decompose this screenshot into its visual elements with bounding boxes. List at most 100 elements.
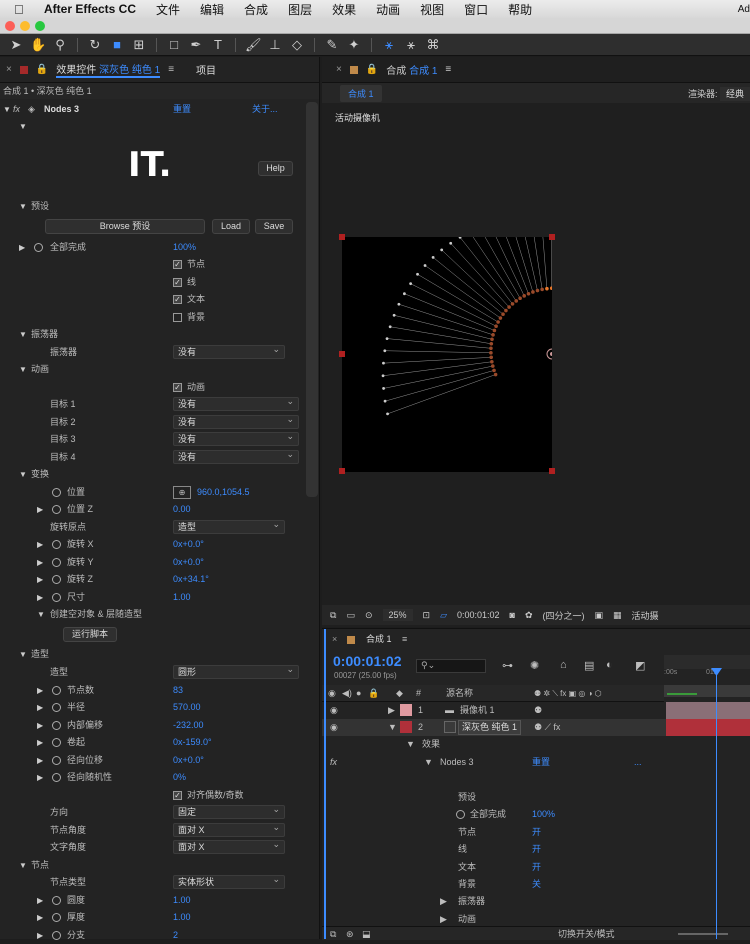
lock-icon[interactable]: 🔒: [36, 64, 48, 75]
stopwatch-icon[interactable]: [52, 738, 61, 747]
expand-triangle-icon[interactable]: ▶: [388, 702, 395, 719]
radial-offset-value[interactable]: 0x+0.0°: [173, 752, 204, 769]
collapse-triangle-icon[interactable]: ▼: [3, 101, 11, 118]
complete-value[interactable]: 100%: [173, 239, 196, 256]
expand-triangle-icon[interactable]: ▶: [37, 501, 43, 518]
composition-canvas[interactable]: [342, 237, 552, 472]
random-value[interactable]: 0%: [173, 769, 186, 786]
stopwatch-icon[interactable]: [34, 243, 43, 252]
align-checkbox[interactable]: ✓: [173, 791, 182, 800]
save-button[interactable]: Save: [255, 219, 293, 234]
zoom-tool-icon[interactable]: ⚲: [52, 37, 68, 53]
expand-triangle-icon[interactable]: ▶: [37, 769, 43, 786]
close-icon[interactable]: ×: [6, 64, 12, 75]
layer-name[interactable]: 深灰色 纯色 1: [458, 720, 521, 735]
target1-dropdown[interactable]: 没有: [173, 397, 299, 411]
channel-icon[interactable]: ✿: [525, 610, 533, 621]
layer-name[interactable]: 摄像机 1: [460, 702, 495, 719]
timecode[interactable]: 0:00:01:02: [333, 653, 402, 669]
eye-icon[interactable]: ◉: [330, 719, 338, 736]
local-axis-icon[interactable]: ⚹: [381, 37, 397, 53]
stopwatch-icon[interactable]: [52, 913, 61, 922]
brush-tool-icon[interactable]: 🖌: [245, 37, 261, 53]
side-handle[interactable]: [339, 351, 345, 357]
target3-dropdown[interactable]: 没有: [173, 432, 299, 446]
roto-brush-tool-icon[interactable]: ✎: [324, 37, 340, 53]
rotate-tool-icon[interactable]: ↻: [87, 37, 103, 53]
menu-layer[interactable]: 图层: [288, 1, 312, 18]
scale-value[interactable]: 1.00: [173, 589, 191, 606]
menu-app[interactable]: After Effects CC: [44, 2, 136, 16]
corner-handle[interactable]: [339, 234, 345, 240]
corner-handle[interactable]: [549, 234, 555, 240]
stopwatch-icon[interactable]: [52, 575, 61, 584]
collapse-triangle-icon[interactable]: ▼: [406, 736, 415, 753]
lines-prop-value[interactable]: 开: [532, 841, 541, 858]
tab-timeline[interactable]: 合成 1: [366, 631, 392, 648]
stopwatch-icon[interactable]: [52, 686, 61, 695]
expand-triangle-icon[interactable]: ▶: [37, 536, 43, 553]
browse-presets-button[interactable]: Browse 预设: [45, 219, 205, 234]
menu-view[interactable]: 视图: [420, 1, 444, 18]
menu-edit[interactable]: 编辑: [200, 1, 224, 18]
collapse-triangle-icon[interactable]: ▼: [37, 606, 45, 623]
panel-menu-icon[interactable]: ≡: [168, 64, 174, 75]
fx-icon[interactable]: fx: [330, 754, 337, 771]
menu-composition[interactable]: 合成: [244, 1, 268, 18]
comp-mini-flowchart-icon[interactable]: ⊶: [502, 659, 513, 672]
search-input[interactable]: ⚲⌄: [416, 659, 486, 673]
shy-icon[interactable]: ⌂: [560, 659, 567, 671]
expand-triangle-icon[interactable]: ▶: [37, 752, 43, 769]
vr-icon[interactable]: ⊙: [365, 610, 373, 621]
expand-triangle-icon[interactable]: ▶: [440, 893, 447, 910]
stopwatch-icon[interactable]: [52, 703, 61, 712]
hand-tool-icon[interactable]: ✋: [30, 37, 46, 53]
menu-window[interactable]: 窗口: [464, 1, 488, 18]
nodes-checkbox[interactable]: ✓: [173, 260, 182, 269]
collapse-triangle-icon[interactable]: ▼: [19, 198, 27, 215]
close-icon[interactable]: ×: [336, 64, 342, 75]
puppet-tool-icon[interactable]: ✦: [346, 37, 362, 53]
crosshair-icon[interactable]: ⊕: [173, 486, 191, 499]
expand-triangle-icon[interactable]: ▶: [37, 699, 43, 716]
position-z-value[interactable]: 0.00: [173, 501, 191, 518]
clone-stamp-tool-icon[interactable]: ⊥: [267, 37, 283, 53]
inner-offset-value[interactable]: -232.00: [173, 717, 204, 734]
help-button[interactable]: Help: [258, 161, 293, 176]
zoom-slider[interactable]: [678, 933, 728, 935]
graph-editor-icon[interactable]: ◩: [635, 659, 645, 672]
zoom-window-button[interactable]: [35, 21, 45, 31]
text-checkbox[interactable]: ✓: [173, 295, 182, 304]
stopwatch-icon[interactable]: [52, 593, 61, 602]
expand-triangle-icon[interactable]: ▶: [19, 239, 25, 256]
label-color-swatch[interactable]: [400, 704, 412, 716]
shy-switch-icon[interactable]: ⚉ ⟋ fx: [534, 719, 560, 736]
rotate-x-value[interactable]: 0x+0.0°: [173, 536, 204, 553]
text-angle-dropdown[interactable]: 面对 X: [173, 840, 285, 854]
stopwatch-icon[interactable]: [52, 505, 61, 514]
snapshot-icon[interactable]: ◙: [510, 610, 515, 620]
expand-triangle-icon[interactable]: ▶: [37, 682, 43, 699]
thickness-value[interactable]: 1.00: [173, 909, 191, 926]
stopwatch-icon[interactable]: [52, 721, 61, 730]
target4-dropdown[interactable]: 没有: [173, 450, 299, 464]
resolution-dropdown[interactable]: (四分之一): [543, 609, 585, 622]
frame-blend-icon[interactable]: ▤: [584, 659, 594, 672]
stopwatch-icon[interactable]: [52, 773, 61, 782]
layer-row-solid[interactable]: ◉ ▼ 2 深灰色 纯色 1 ⚉ ⟋ fx: [322, 719, 750, 736]
collapse-triangle-icon[interactable]: ▼: [19, 326, 27, 343]
oscillator-dropdown[interactable]: 没有: [173, 345, 285, 359]
rotate-y-value[interactable]: 0x+0.0°: [173, 554, 204, 571]
split-value[interactable]: 2: [173, 927, 178, 944]
current-time[interactable]: 0:00:01:02: [457, 610, 500, 620]
world-axis-icon[interactable]: ⚹: [403, 37, 419, 53]
stopwatch-icon[interactable]: [456, 810, 465, 819]
reset-link[interactable]: 重置: [173, 101, 191, 118]
stopwatch-icon[interactable]: [52, 540, 61, 549]
tab-composition[interactable]: 合成 合成 1: [386, 62, 437, 77]
background-checkbox[interactable]: [173, 313, 182, 322]
display-icon[interactable]: ▭: [346, 610, 355, 621]
expand-triangle-icon[interactable]: ▶: [37, 734, 43, 751]
target2-dropdown[interactable]: 没有: [173, 415, 299, 429]
panel-menu-icon[interactable]: ≡: [402, 631, 407, 648]
